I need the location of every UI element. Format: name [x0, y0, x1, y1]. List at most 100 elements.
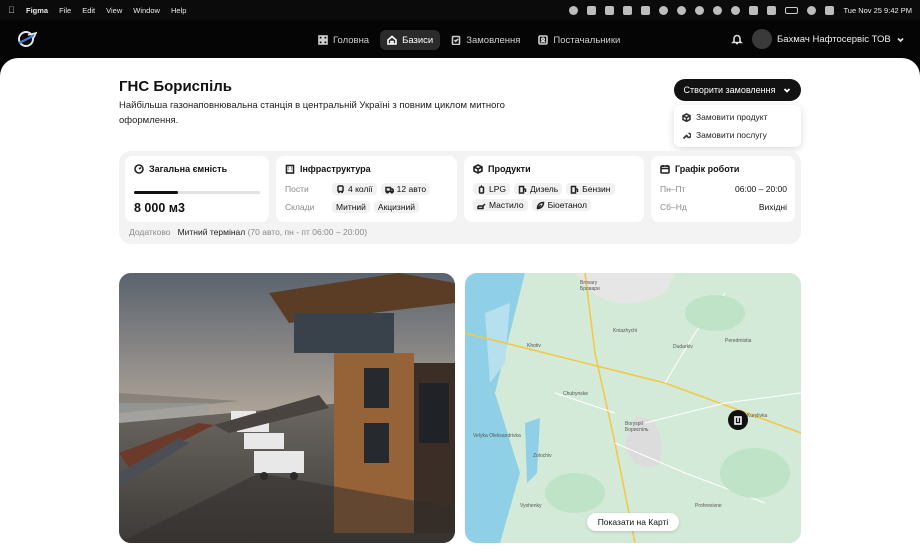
- capacity-card-header: Загальна ємність: [134, 164, 227, 174]
- infrastructure-title: Інфраструктура: [300, 164, 371, 174]
- chip-label: Біоетанол: [547, 200, 587, 210]
- tray-app-icon[interactable]: [713, 5, 723, 15]
- menu-window[interactable]: Window: [133, 6, 160, 15]
- chip-label: Дизель: [530, 184, 559, 194]
- menubar-clock[interactable]: Tue Nov 25 9:42 PM: [843, 6, 912, 15]
- building-icon: [285, 164, 295, 174]
- nav-item-orders[interactable]: Замовлення: [444, 30, 527, 50]
- oil-can-icon: [477, 202, 486, 209]
- station-info-panel: Загальна ємність 8 000 м3 Інфраструктура…: [119, 151, 801, 244]
- system-menubar:  Figma File Edit View Window Help Tue N…: [0, 0, 920, 20]
- wifi-icon[interactable]: [807, 5, 817, 15]
- nav-item-label: Постачальники: [553, 34, 621, 46]
- capacity-title: Загальна ємність: [149, 164, 228, 174]
- map-label: Dudarkiv: [673, 344, 693, 350]
- map-label: Бориспіль: [625, 427, 649, 433]
- tray-app-icon[interactable]: [605, 5, 615, 15]
- chip-label: Бензин: [582, 184, 611, 194]
- extra-info: Додатково Митний термінал (70 авто, пн -…: [129, 227, 367, 237]
- show-on-map-button[interactable]: Показати на Карті: [587, 513, 679, 531]
- leaf-icon: [536, 201, 544, 209]
- schedule-days: Пн–Пт: [660, 184, 686, 194]
- chevron-down-icon: [784, 88, 791, 93]
- train-icon: [337, 184, 344, 193]
- map-label: Бровари: [580, 286, 600, 292]
- map-illustration: [465, 273, 801, 543]
- menu-view[interactable]: View: [106, 6, 122, 15]
- apple-icon[interactable]: : [8, 5, 20, 15]
- map-label: Chubynske: [563, 391, 589, 397]
- capacity-value: 8 000 м3: [134, 201, 185, 215]
- map-label: Zolochiv: [533, 453, 552, 459]
- nav-item-label: Замовлення: [466, 34, 521, 46]
- tray-app-icon[interactable]: [623, 5, 633, 15]
- menu-help[interactable]: Help: [171, 6, 186, 15]
- fuel-pump-icon: [518, 185, 527, 194]
- products-row-1: LPG Дизель Бензин: [473, 183, 619, 195]
- menu-file[interactable]: File: [59, 6, 71, 15]
- create-order-label: Створити замовлення: [683, 85, 776, 95]
- package-icon: [473, 164, 483, 174]
- infrastructure-card: Інфраструктура Пости 4 колії 12 авто Скл…: [276, 156, 457, 222]
- user-name: Бахмач Нафтосервіс ТОВ: [777, 33, 891, 45]
- package-icon: [682, 112, 691, 122]
- gauge-icon: [134, 164, 144, 174]
- map-label: Velyka Oleksandrivka: [473, 433, 521, 439]
- extra-value: Митний термінал: [177, 227, 246, 237]
- menu-edit[interactable]: Edit: [82, 6, 95, 15]
- station-photo: [119, 273, 455, 543]
- nav-item-suppliers[interactable]: Постачальники: [531, 30, 627, 50]
- nav-item-label: Базиси: [402, 34, 434, 46]
- chip-truck-spots: 12 авто: [380, 183, 431, 195]
- keyboard-layout-icon[interactable]: [767, 5, 777, 15]
- capacity-progress-bar: [134, 191, 260, 194]
- products-card-header: Продукти: [473, 164, 531, 174]
- tray-app-icon[interactable]: [677, 5, 687, 15]
- building-icon: [734, 416, 742, 425]
- tray-app-icon[interactable]: [641, 5, 651, 15]
- wrench-icon: [682, 132, 691, 139]
- grid-icon: [318, 35, 328, 45]
- menu-item-order-service[interactable]: Замовити послугу: [674, 126, 801, 144]
- capacity-card: Загальна ємність 8 000 м3: [125, 156, 269, 222]
- bell-icon[interactable]: [731, 33, 743, 45]
- tray-app-icon[interactable]: [695, 5, 705, 15]
- chip-product-lpg: LPG: [473, 183, 511, 195]
- page-title: ГНС Бориспіль: [119, 78, 232, 95]
- company-logo-icon[interactable]: [16, 29, 38, 49]
- focus-moon-icon[interactable]: [731, 5, 741, 15]
- menu-item-label: Замовити продукт: [696, 112, 768, 122]
- chip-label: Мастило: [489, 200, 524, 210]
- station-map-marker[interactable]: [728, 410, 748, 430]
- gas-canister-icon: [478, 184, 485, 194]
- chevron-down-icon: [897, 37, 904, 42]
- map-label: Kurylivka: [747, 413, 768, 419]
- nav-item-bases[interactable]: Базиси: [380, 30, 441, 50]
- chip-label: LPG: [489, 184, 507, 194]
- tray-app-icon[interactable]: [587, 5, 597, 15]
- tray-app-icon[interactable]: [569, 5, 579, 15]
- volume-icon[interactable]: [749, 5, 759, 15]
- menu-item-order-product[interactable]: Замовити продукт: [674, 108, 801, 126]
- products-card: Продукти LPG Дизель Бензин Мастило Біоет…: [464, 156, 644, 222]
- posts-label: Пости: [285, 184, 309, 194]
- nav-item-home[interactable]: Головна: [311, 30, 376, 50]
- schedule-card: Графік роботи Пн–Пт 06:00 – 20:00 Сб–Нд …: [651, 156, 795, 222]
- schedule-row-weekdays: Пн–Пт 06:00 – 20:00: [660, 184, 787, 194]
- schedule-hours: Вихідні: [758, 202, 787, 212]
- chip-label: 4 колії: [348, 184, 373, 194]
- battery-icon[interactable]: [785, 6, 799, 14]
- create-order-menu: Замовити продукт Замовити послугу: [674, 105, 801, 147]
- menu-app-figma[interactable]: Figma: [26, 6, 48, 15]
- chip-product-oil: Мастило: [473, 199, 528, 211]
- chip-label: 12 авто: [396, 184, 427, 194]
- location-map[interactable]: Brovary Бровари Boryspil Бориспіль Kniaz…: [465, 273, 801, 543]
- user-menu[interactable]: Бахмач Нафтосервіс ТОВ: [752, 29, 905, 49]
- schedule-row-weekend: Сб–Нд Вихідні: [660, 202, 787, 212]
- truck-icon: [384, 186, 394, 194]
- create-order-button[interactable]: Створити замовлення: [674, 79, 801, 101]
- chip-warehouse-customs: Митний: [332, 201, 370, 213]
- control-center-icon[interactable]: [825, 5, 835, 15]
- tray-app-icon[interactable]: [659, 5, 669, 15]
- chip-product-diesel: Дизель: [514, 183, 563, 195]
